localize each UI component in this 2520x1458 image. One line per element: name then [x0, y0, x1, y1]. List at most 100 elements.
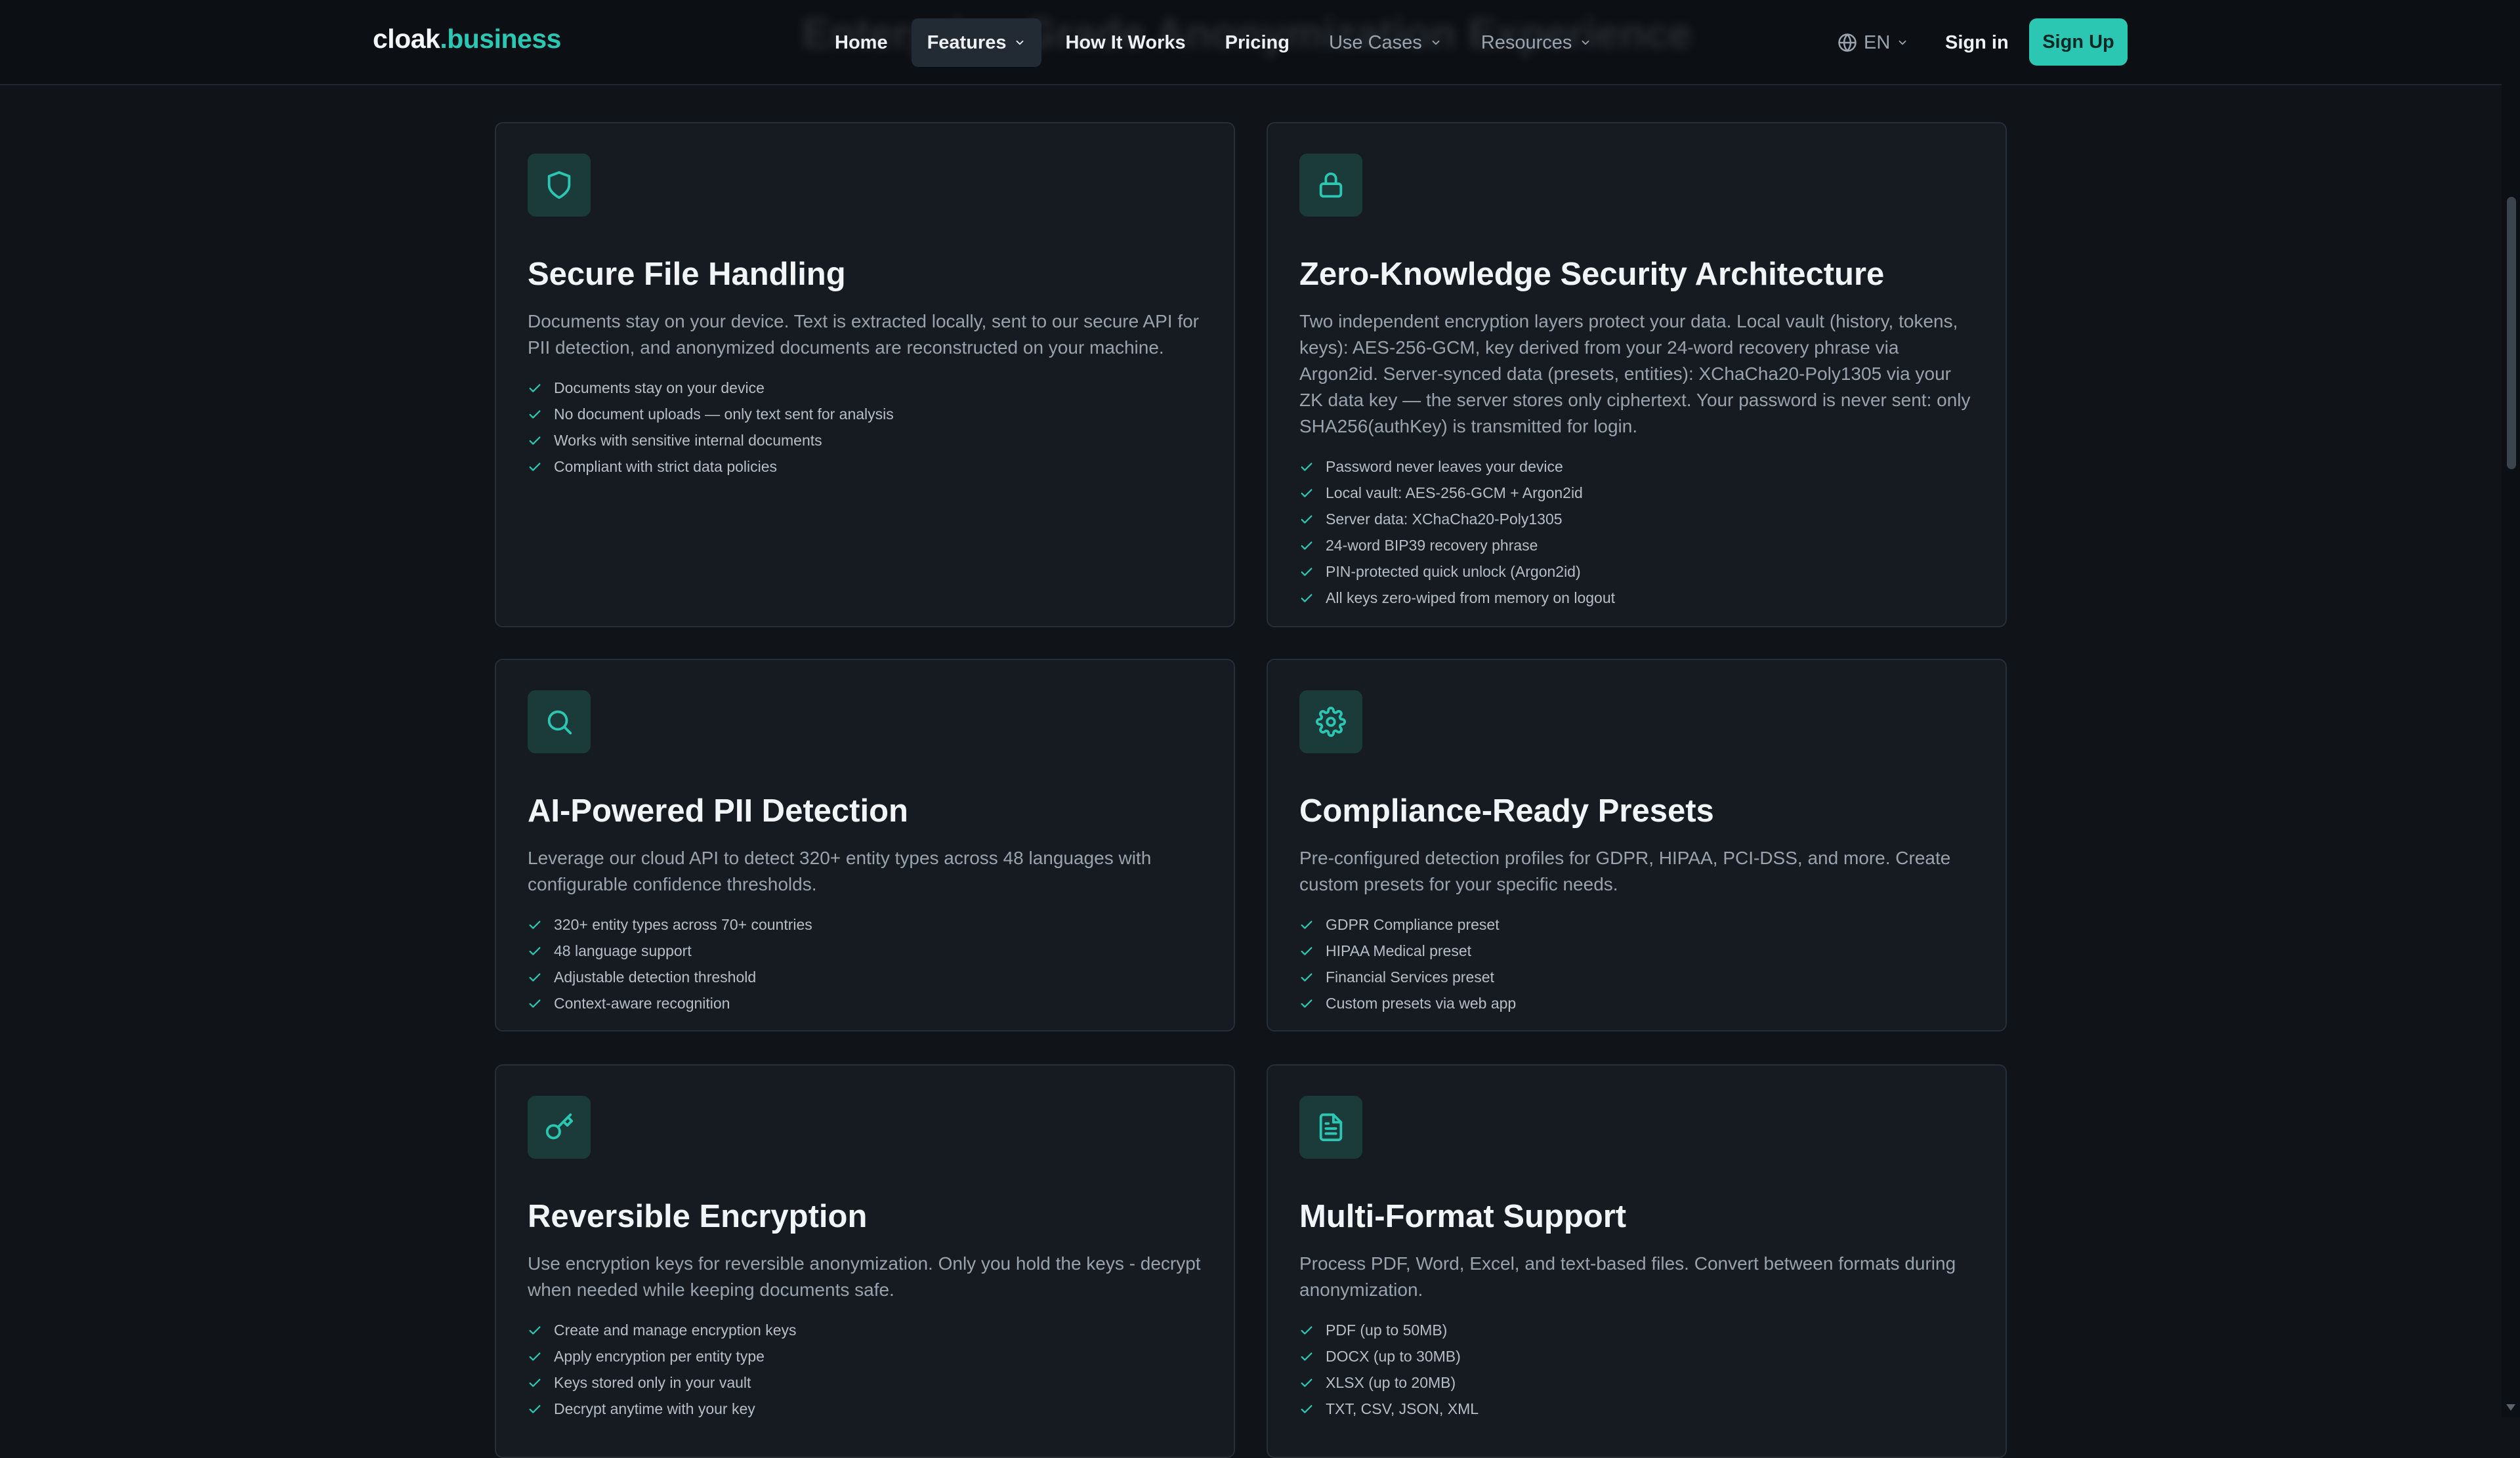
lock-icon	[1319, 172, 1343, 198]
check-icon	[529, 973, 541, 982]
logo-text-business: .business	[440, 24, 561, 54]
feature-list-item-label: All keys zero-wiped from memory on logou…	[1326, 589, 1615, 607]
nav-how-it-works[interactable]: How It Works	[1049, 18, 1201, 67]
check-icon	[1301, 1352, 1312, 1361]
nav-resources[interactable]: Resources	[1465, 18, 1608, 67]
check-icon	[1301, 1379, 1312, 1387]
check-icon	[1301, 463, 1312, 471]
nav-features[interactable]: Features	[911, 18, 1042, 67]
feature-title: Reversible Encryption	[528, 1199, 868, 1234]
feature-list: Create and manage encryption keys Apply e…	[528, 1318, 1202, 1423]
feature-list-item: Keys stored only in your vault	[528, 1370, 1202, 1396]
feature-title: Secure File Handling	[528, 257, 846, 292]
feature-list-item: TXT, CSV, JSON, XML	[1299, 1396, 1974, 1423]
main-nav: Home Features How It Works Pricing Use C…	[819, 18, 1607, 67]
feature-list-item: Documents stay on your device	[528, 375, 1202, 402]
feature-list-item: No document uploads — only text sent for…	[528, 402, 1202, 428]
feature-description: Leverage our cloud API to detect 320+ en…	[528, 847, 1152, 894]
feature-title: AI-Powered PII Detection	[528, 793, 908, 829]
feature-list-item-label: 24-word BIP39 recovery phrase	[1326, 537, 1538, 554]
page-scrollbar[interactable]	[2502, 0, 2520, 1417]
feature-icon-box	[528, 1096, 591, 1159]
feature-description: Use encryption keys for reversible anony…	[528, 1253, 1201, 1300]
nav-home-label: Home	[835, 31, 888, 53]
feature-card: Secure File Handling Documents stay on y…	[495, 122, 1235, 627]
nav-how-it-works-label: How It Works	[1065, 31, 1186, 53]
check-icon	[529, 1326, 541, 1335]
logo-text-cloak: cloak	[373, 24, 440, 54]
scroll-down-arrow-icon[interactable]	[2506, 1404, 2515, 1411]
nav-use-cases[interactable]: Use Cases	[1313, 18, 1458, 67]
check-icon	[529, 999, 541, 1008]
sign-in-link[interactable]: Sign in	[1929, 18, 2025, 67]
feature-list-item: 320+ entity types across 70+ countries	[528, 912, 1202, 938]
chevron-down-icon	[1432, 40, 1440, 45]
check-icon	[529, 1352, 541, 1361]
shield-icon	[547, 171, 571, 199]
feature-icon-box	[1299, 1096, 1362, 1159]
feature-list-item-label: TXT, CSV, JSON, XML	[1326, 1400, 1479, 1418]
scrollbar-thumb[interactable]	[2507, 197, 2516, 469]
nav-pricing[interactable]: Pricing	[1209, 18, 1305, 67]
feature-list-item: All keys zero-wiped from memory on logou…	[1299, 585, 1974, 612]
feature-list-item: Local vault: AES-256-GCM + Argon2id	[1299, 480, 1974, 507]
check-icon	[1301, 1405, 1312, 1413]
sign-up-button[interactable]: Sign Up	[2029, 18, 2128, 66]
feature-title: Multi-Format Support	[1299, 1199, 1627, 1234]
feature-list-item-label: Keys stored only in your vault	[554, 1374, 751, 1392]
feature-list-item: Custom presets via web app	[1299, 991, 1974, 1017]
feature-list-item: GDPR Compliance preset	[1299, 912, 1974, 938]
check-icon	[529, 947, 541, 955]
language-selector[interactable]: EN	[1838, 18, 1908, 67]
feature-list-item: Create and manage encryption keys	[528, 1318, 1202, 1344]
nav-features-label: Features	[927, 31, 1007, 53]
feature-card: Reversible Encryption Use encryption key…	[495, 1064, 1235, 1458]
feature-list-item-label: Documents stay on your device	[554, 379, 765, 397]
feature-icon-box	[1299, 690, 1362, 753]
feature-list-item: Compliant with strict data policies	[528, 454, 1202, 480]
nav-use-cases-label: Use Cases	[1328, 31, 1422, 53]
feature-title: Compliance-Ready Presets	[1299, 793, 1714, 829]
check-icon	[1301, 515, 1312, 524]
feature-description: Pre-configured detection profiles for GD…	[1299, 847, 1951, 894]
feature-list-item: HIPAA Medical preset	[1299, 938, 1974, 965]
check-icon	[1301, 947, 1312, 955]
feature-list-item: 24-word BIP39 recovery phrase	[1299, 533, 1974, 559]
check-icon	[1301, 594, 1312, 602]
feature-list-item-label: Context-aware recognition	[554, 995, 730, 1012]
feature-list: GDPR Compliance preset HIPAA Medical pres…	[1299, 912, 1974, 1017]
feature-list-item-label: Create and manage encryption keys	[554, 1322, 797, 1339]
feature-list-item: Decrypt anytime with your key	[528, 1396, 1202, 1423]
feature-list-item-label: XLSX (up to 20MB)	[1326, 1374, 1456, 1392]
feature-list-item-label: GDPR Compliance preset	[1326, 916, 1500, 934]
feature-list-item-label: PDF (up to 50MB)	[1326, 1322, 1448, 1339]
feature-description: Two independent encryption layers protec…	[1299, 310, 1971, 436]
feature-list-item: 48 language support	[528, 938, 1202, 965]
feature-list-item: DOCX (up to 30MB)	[1299, 1344, 1974, 1370]
feature-list-item: Apply encryption per entity type	[528, 1344, 1202, 1370]
logo[interactable]: cloak.business	[373, 24, 561, 54]
check-icon	[1301, 921, 1312, 929]
feature-list-item: Works with sensitive internal documents	[528, 428, 1202, 454]
check-icon	[1301, 1326, 1312, 1335]
feature-list-item: Password never leaves your device	[1299, 454, 1974, 480]
search-icon	[547, 710, 572, 735]
nav-resources-label: Resources	[1480, 31, 1572, 53]
feature-list-item: PDF (up to 50MB)	[1299, 1318, 1974, 1344]
chevron-down-icon	[1582, 40, 1589, 45]
feature-list-item: PIN-protected quick unlock (Argon2id)	[1299, 559, 1974, 585]
check-icon	[529, 1379, 541, 1387]
feature-list-item-label: Custom presets via web app	[1326, 995, 1517, 1012]
nav-pricing-label: Pricing	[1225, 31, 1290, 53]
feature-list-item: XLSX (up to 20MB)	[1299, 1370, 1974, 1396]
top-navbar: Enterprise-Grade Anonymization Experienc…	[0, 0, 2502, 85]
feature-icon-box	[528, 154, 591, 217]
feature-list-item-label: Financial Services preset	[1326, 969, 1494, 986]
feature-list-item-label: Decrypt anytime with your key	[554, 1400, 755, 1418]
feature-list: Password never leaves your device Local v…	[1299, 454, 1974, 612]
feature-list-item: Server data: XChaCha20-Poly1305	[1299, 507, 1974, 533]
nav-home[interactable]: Home	[819, 18, 904, 67]
language-label: EN	[1864, 31, 1891, 53]
gear-icon	[1316, 707, 1346, 737]
check-icon	[1301, 541, 1312, 550]
